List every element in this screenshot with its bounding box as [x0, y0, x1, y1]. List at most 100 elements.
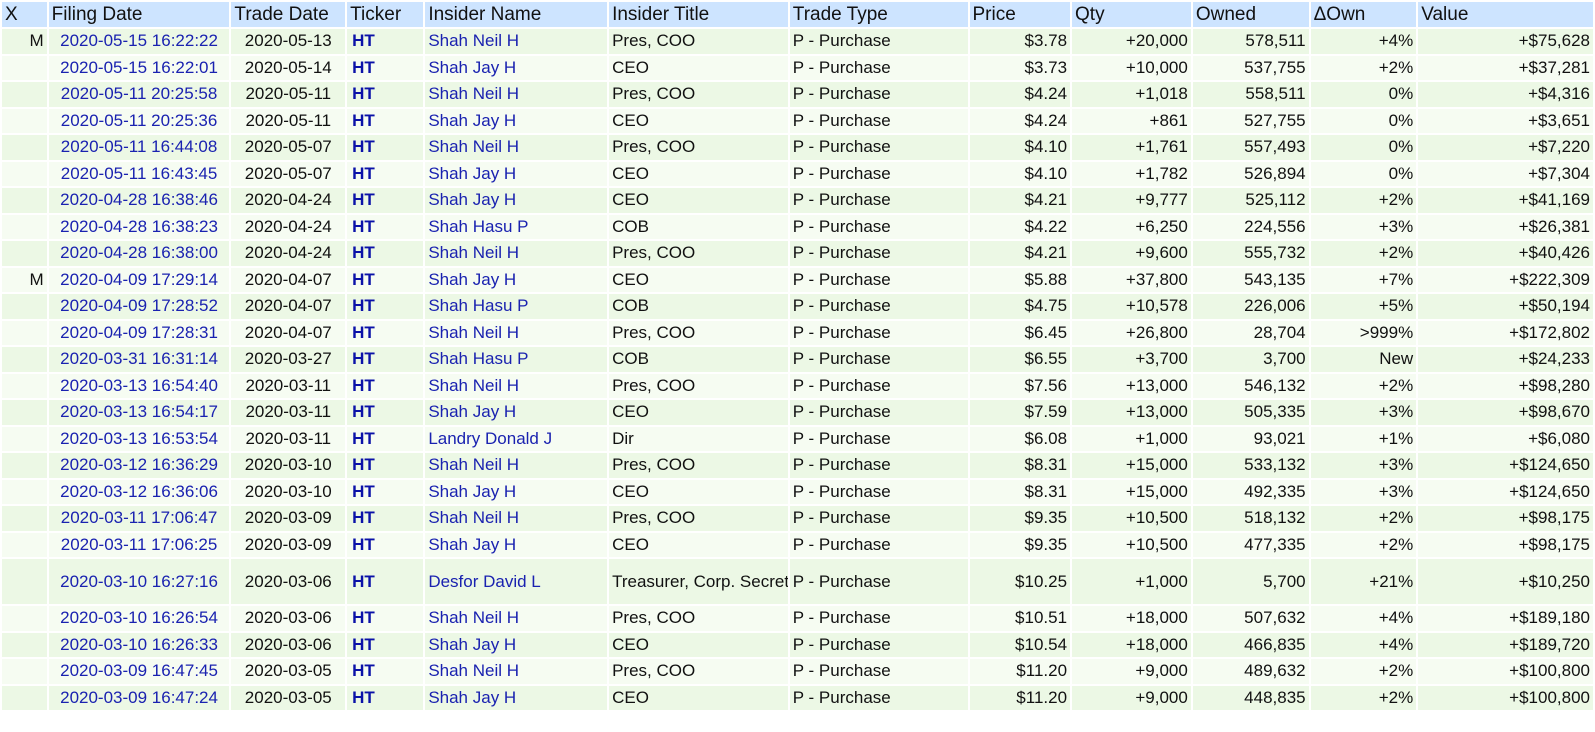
header-trade-date[interactable]: Trade Date: [231, 2, 346, 27]
insider-name-link[interactable]: Shah Neil H: [428, 137, 519, 156]
filing-date-link[interactable]: 2020-04-28 16:38:00: [60, 243, 218, 262]
cell-value: +$7,304: [1418, 161, 1593, 186]
filing-date-link[interactable]: 2020-04-09 17:29:14: [60, 270, 218, 289]
header-value[interactable]: Value: [1418, 2, 1593, 27]
header-trade-type[interactable]: Trade Type: [789, 2, 968, 27]
ticker-link[interactable]: HT: [350, 84, 375, 103]
ticker-link[interactable]: HT: [350, 31, 375, 50]
insider-name-link[interactable]: Shah Hasu P: [428, 217, 528, 236]
filing-date-link[interactable]: 2020-03-11 17:06:47: [61, 508, 218, 527]
ticker-link[interactable]: HT: [350, 270, 375, 289]
ticker-link[interactable]: HT: [350, 429, 375, 448]
insider-name-link[interactable]: Shah Jay H: [428, 58, 516, 77]
cell-x: [2, 294, 47, 319]
filing-date-link[interactable]: 2020-03-10 16:26:33: [60, 635, 218, 654]
ticker-link[interactable]: HT: [350, 296, 375, 315]
cell-filing-date: 2020-03-10 16:26:54: [48, 606, 230, 631]
insider-name-link[interactable]: Shah Jay H: [428, 482, 516, 501]
insider-name-link[interactable]: Shah Hasu P: [428, 296, 528, 315]
insider-name-link[interactable]: Desfor David L: [428, 572, 540, 591]
cell-delta-own: +5%: [1310, 294, 1417, 319]
ticker-link[interactable]: HT: [350, 535, 375, 554]
header-delta-own[interactable]: ΔOwn: [1310, 2, 1417, 27]
header-filing-date[interactable]: Filing Date: [48, 2, 230, 27]
cell-price: $4.21: [969, 188, 1071, 213]
insider-name-link[interactable]: Shah Jay H: [428, 402, 516, 421]
insider-name-link[interactable]: Shah Neil H: [428, 376, 519, 395]
filing-date-link[interactable]: 2020-05-11 16:43:45: [61, 164, 218, 183]
header-insider-name[interactable]: Insider Name: [425, 2, 608, 27]
ticker-link[interactable]: HT: [350, 402, 375, 421]
filing-date-link[interactable]: 2020-04-28 16:38:46: [60, 190, 218, 209]
ticker-link[interactable]: HT: [350, 376, 375, 395]
header-owned[interactable]: Owned: [1192, 2, 1309, 27]
ticker-link[interactable]: HT: [350, 190, 375, 209]
cell-price: $4.10: [969, 161, 1071, 186]
ticker-link[interactable]: HT: [350, 111, 375, 130]
filing-date-link[interactable]: 2020-04-28 16:38:23: [60, 217, 218, 236]
insider-name-link[interactable]: Shah Neil H: [428, 608, 519, 627]
insider-name-link[interactable]: Shah Neil H: [428, 31, 519, 50]
insider-name-link[interactable]: Shah Neil H: [428, 661, 519, 680]
insider-name-link[interactable]: Landry Donald J: [428, 429, 552, 448]
insider-name-link[interactable]: Shah Jay H: [428, 688, 516, 707]
insider-name-link[interactable]: Shah Jay H: [428, 190, 516, 209]
filing-date-link[interactable]: 2020-04-09 17:28:31: [60, 323, 218, 342]
insider-name-link[interactable]: Shah Jay H: [428, 635, 516, 654]
filing-date-link[interactable]: 2020-03-13 16:54:40: [60, 376, 218, 395]
filing-date-link[interactable]: 2020-03-12 16:36:06: [60, 482, 218, 501]
filing-date-link[interactable]: 2020-03-12 16:36:29: [60, 455, 218, 474]
insider-name-link[interactable]: Shah Jay H: [428, 111, 516, 130]
cell-delta-own: 0%: [1310, 82, 1417, 107]
ticker-link[interactable]: HT: [350, 608, 375, 627]
insider-name-link[interactable]: Shah Neil H: [428, 323, 519, 342]
ticker-link[interactable]: HT: [350, 217, 375, 236]
header-qty[interactable]: Qty: [1072, 2, 1191, 27]
cell-qty: +861: [1072, 108, 1191, 133]
cell-filing-date: 2020-05-11 20:25:58: [48, 82, 230, 107]
ticker-link[interactable]: HT: [350, 688, 375, 707]
filing-date-link[interactable]: 2020-03-10 16:26:54: [60, 608, 218, 627]
ticker-link[interactable]: HT: [350, 349, 375, 368]
filing-date-link[interactable]: 2020-03-13 16:54:17: [60, 402, 218, 421]
header-price[interactable]: Price: [969, 2, 1071, 27]
header-ticker[interactable]: Ticker: [347, 2, 424, 27]
cell-insider-title: Pres, COO: [609, 241, 788, 266]
insider-name-link[interactable]: Shah Jay H: [428, 164, 516, 183]
ticker-link[interactable]: HT: [350, 635, 375, 654]
cell-trade-type: P - Purchase: [789, 347, 968, 372]
insider-name-link[interactable]: Shah Neil H: [428, 508, 519, 527]
ticker-link[interactable]: HT: [350, 455, 375, 474]
header-insider-title[interactable]: Insider Title: [609, 2, 788, 27]
cell-insider-name: Shah Neil H: [425, 82, 608, 107]
filing-date-link[interactable]: 2020-05-11 20:25:58: [61, 84, 218, 103]
insider-name-link[interactable]: Shah Neil H: [428, 84, 519, 103]
insider-name-link[interactable]: Shah Neil H: [428, 455, 519, 474]
cell-insider-title: Pres, COO: [609, 29, 788, 54]
ticker-link[interactable]: HT: [350, 661, 375, 680]
ticker-link[interactable]: HT: [350, 323, 375, 342]
ticker-link[interactable]: HT: [350, 58, 375, 77]
filing-date-link[interactable]: 2020-03-11 17:06:25: [61, 535, 218, 554]
filing-date-link[interactable]: 2020-03-09 16:47:45: [60, 661, 218, 680]
ticker-link[interactable]: HT: [350, 482, 375, 501]
filing-date-link[interactable]: 2020-05-15 16:22:01: [60, 58, 218, 77]
insider-name-link[interactable]: Shah Jay H: [428, 270, 516, 289]
filing-date-link[interactable]: 2020-03-10 16:27:16: [60, 572, 218, 591]
ticker-link[interactable]: HT: [350, 243, 375, 262]
filing-date-link[interactable]: 2020-03-13 16:53:54: [60, 429, 218, 448]
filing-date-link[interactable]: 2020-05-11 16:44:08: [61, 137, 218, 156]
filing-date-link[interactable]: 2020-05-15 16:22:22: [60, 31, 218, 50]
filing-date-link[interactable]: 2020-04-09 17:28:52: [60, 296, 218, 315]
ticker-link[interactable]: HT: [350, 572, 375, 591]
insider-name-link[interactable]: Shah Neil H: [428, 243, 519, 262]
filing-date-link[interactable]: 2020-03-31 16:31:14: [60, 349, 218, 368]
insider-name-link[interactable]: Shah Jay H: [428, 535, 516, 554]
filing-date-link[interactable]: 2020-05-11 20:25:36: [61, 111, 218, 130]
ticker-link[interactable]: HT: [350, 508, 375, 527]
ticker-link[interactable]: HT: [350, 164, 375, 183]
filing-date-link[interactable]: 2020-03-09 16:47:24: [60, 688, 218, 707]
header-x[interactable]: X: [2, 2, 47, 27]
insider-name-link[interactable]: Shah Hasu P: [428, 349, 528, 368]
ticker-link[interactable]: HT: [350, 137, 375, 156]
